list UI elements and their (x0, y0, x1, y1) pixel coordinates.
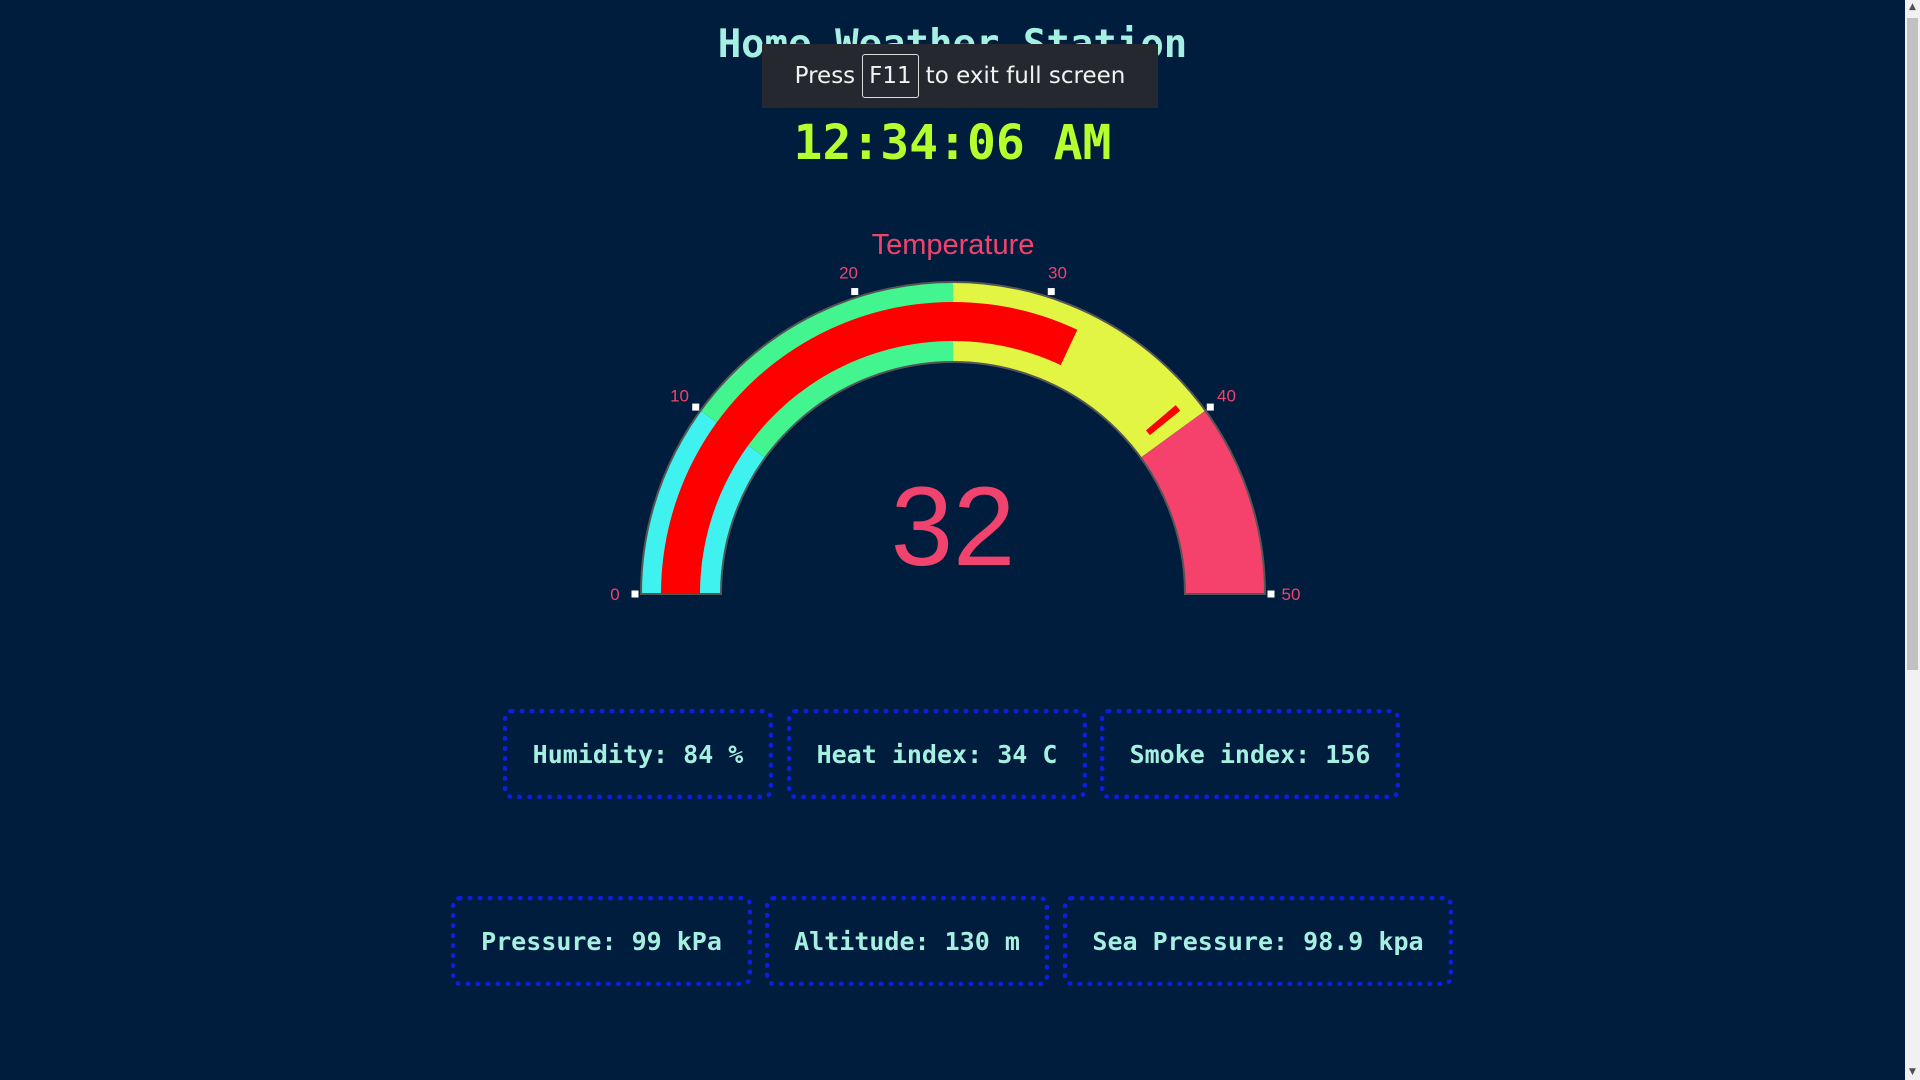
sea-pressure-box: Sea Pressure: 98.9 kpa (1063, 896, 1453, 986)
smoke-index-box: Smoke index: 156 (1100, 709, 1400, 799)
vertical-scrollbar[interactable]: ▲ ▼ (1905, 0, 1920, 1080)
gauge-tick-label: 20 (839, 264, 858, 283)
altitude-box: Altitude: 130 m (765, 896, 1049, 986)
gauge-tick (1206, 403, 1214, 411)
gauge-tick-label: 50 (1282, 585, 1301, 604)
gauge-tick (1047, 288, 1055, 296)
gauge-value: 32 (891, 464, 1016, 589)
gauge-tick (851, 288, 859, 296)
humidity-box: Humidity: 84 % (503, 709, 773, 799)
scroll-down-icon[interactable]: ▼ (1905, 1065, 1920, 1080)
pressure-box: Pressure: 99 kPa (451, 896, 752, 986)
gauge-tick (631, 590, 639, 598)
gauge-tick-label: 0 (610, 585, 619, 604)
gauge-tick-label: 40 (1217, 386, 1236, 405)
fullscreen-exit-notice: Press F11 to exit full screen (762, 44, 1158, 108)
f11-key: F11 (862, 54, 919, 98)
fullscreen-notice-suffix: to exit full screen (925, 63, 1126, 89)
scroll-up-icon[interactable]: ▲ (1905, 0, 1920, 15)
gauge-tick-label: 30 (1048, 264, 1067, 283)
heat-index-box: Heat index: 34 C (787, 709, 1087, 799)
scrollbar-thumb[interactable] (1907, 18, 1918, 670)
gauge-tick (1267, 590, 1275, 598)
fullscreen-notice-prefix: Press (794, 63, 856, 89)
gauge-title: Temperature (872, 229, 1035, 261)
gauge-tick (692, 403, 700, 411)
gauge-tick-label: 10 (670, 386, 689, 405)
